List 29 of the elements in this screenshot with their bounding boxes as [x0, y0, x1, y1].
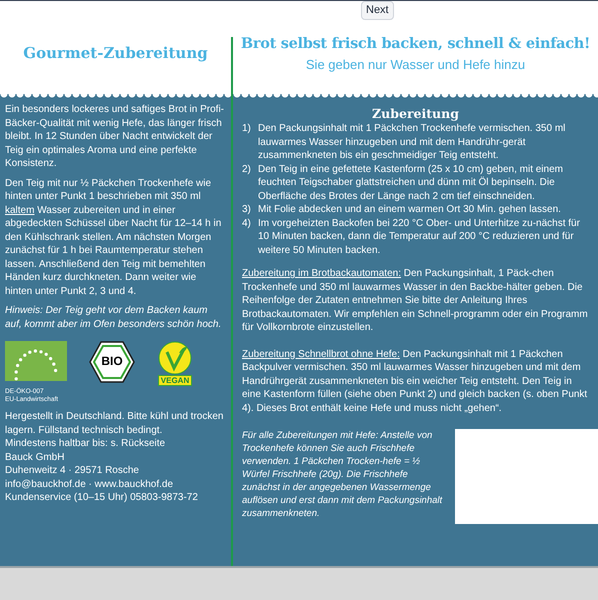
step-text: Den Teig in eine gefettete Kastenform (25 x 10 cm) geben, mit einem feuchten Teigschaber glattstreichen und dünn mit Öl bepinseln. Die Oberfläche des Brotes der Länge nach 2 cm tief einschneiden.	[258, 162, 564, 203]
subheadline: Sie geben nur Wasser und Hefe hinzu	[306, 56, 526, 74]
step-text: Mit Folie abdecken und an einem warmen Ort 30 Min. gehen lassen.	[258, 203, 561, 216]
step-number: 3)	[242, 203, 252, 216]
section-heading: Zubereitung	[372, 106, 459, 122]
paragraph: Ein besonders lockeres und saftiges Brot in Profi-Bäcker-Qualität mit wenig Hefe, das länger frisch bleibt. In 12 Stunden über Nacht entwickelt der Teig ein optimales Aroma und eine perfekte Konsistenz.	[5, 103, 225, 170]
v-label-icon	[157, 341, 193, 375]
step-number: 2)	[242, 162, 252, 176]
paragraph: Zubereitung Schnellbrot ohne Hefe: Den Packungsinhalt mit 1 Päckchen Backpulver vermischen. 350 ml lauwarmes Wasser hinzugeben und mit dem Handrührgerät zusammenkneten bis ein weicher Teig entsteht. Den Teig in eine Kastenform füllen (siehe oben Punkt 2) und gleich backen (s. oben Punkt 4). Dieses Brot enthält keine Hefe und muss nicht „gehen“.	[242, 348, 588, 415]
step-number: 4)	[242, 216, 252, 230]
headline: Brot selbst frisch backen, schnell & einfach!	[240, 34, 590, 54]
step-text: Im vorgeheizten Backofen bei 220 °C Ober- und Unterhitze zu-nächst für 10 Minuten backen, dann die Temperatur auf 200 °C reduzieren und für weitere 50 Minuten backen.	[258, 216, 581, 257]
section-heading: Gourmet-Zubereitung	[23, 43, 208, 64]
info-text: Duhenweitz 4 · 29571 Rosche	[5, 464, 140, 478]
info-text: info@bauckhof.de · www.bauckhof.de	[5, 478, 174, 491]
vegan-label: VEGAN	[158, 375, 192, 386]
info-text: Kundenservice (10–15 Uhr) 05803-9873-72	[5, 491, 199, 504]
step-number: 1)	[242, 122, 252, 136]
paragraph: Zubereitung im Brotbackautomaten: Den Packungsinhalt, 1 Päck-chen Trockenhefe und 350 ml lauwarmes Wasser in den Backbe-hälter geben. Die Reihenfolge der Zutaten entnehmen Sie bitte der Anleitung Ihres Brotbackautomaten. Wir empfehlen ein Schnell-programm oder ein Programm für Vollkornbrote einzustellen.	[242, 267, 589, 334]
eu-organic-logo-icon	[5, 341, 67, 381]
info-text: Bauck GmbH	[5, 450, 66, 464]
info-text: Mindestens haltbar bis: s. Rückseite	[5, 437, 166, 450]
next-tooltip: Next	[361, 1, 394, 20]
note-text: Für alle Zubereitungen mit Hefe: Anstelle von Trockenhefe können Sie auch Frischhefe verwenden. 1 Päckchen Trocken-hefe = ½ Würfel Frischhefe (20g). Die Frischhefe zunächst in der angegebenen Wassermenge auflösen und erst dann mit dem Packungsinhalt zusammenkneten.	[242, 429, 444, 521]
step-text: Den Packungsinhalt mit 1 Päckchen Trockenhefe vermischen. 350 ml lauwarmes Wasser hinzugeben und mit dem Handrühr-gerät zusammenkneten bis ein geschmeidiger Teig entsteht.	[258, 122, 566, 162]
info-text: Hergestellt in Deutschland. Bitte kühl und trocken lagern. Füllstand technisch bedingt.	[5, 410, 224, 437]
bio-seal: BIO	[89, 341, 135, 383]
paragraph: Den Teig mit nur ½ Päckchen Trockenhefe wie hinten unter Punkt 1 beschrieben mit 350 ml kaltem Wasser zubereiten und in einer abgedeckten Schüssel über Nacht für 12–14 h in den Kühlschrank stellen. Am nächsten Morgen zunächst für 1 h bei Raumtemperatur stehen lassen. Anschließend den Teig mit bemehlten Händen kurz durchkneten. Dann weiter wie hinten unter Punkt 2, 3 und 4.	[5, 176, 222, 298]
note-text: Hinweis: Der Teig geht vor dem Backen kaum auf, kommt aber im Ofen besonders schön hoch.	[5, 304, 222, 331]
